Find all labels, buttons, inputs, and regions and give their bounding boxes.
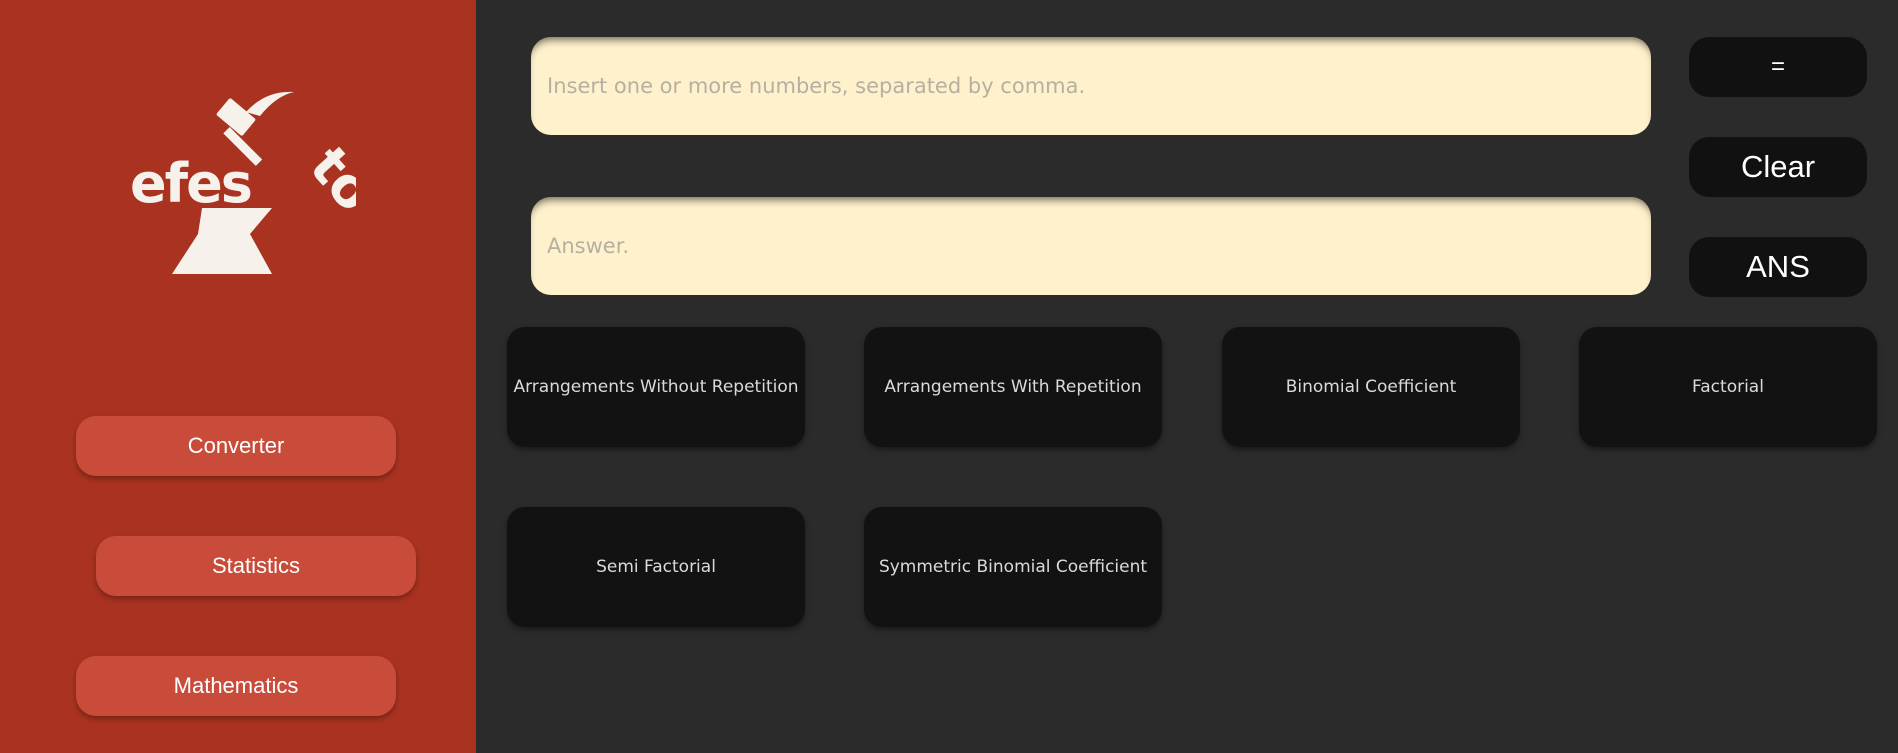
svg-text:to: to bbox=[298, 135, 356, 224]
function-arrangements-without-repetition[interactable]: Arrangements Without Repetition bbox=[507, 327, 805, 447]
clear-button[interactable]: Clear bbox=[1689, 137, 1867, 197]
function-arrangements-with-repetition[interactable]: Arrangements With Repetition bbox=[864, 327, 1162, 447]
efesto-logo: efes to bbox=[126, 84, 387, 284]
app-window: efes to Converter Statistics Mathematics… bbox=[0, 0, 1898, 753]
nav-converter-button[interactable]: Converter bbox=[76, 416, 396, 476]
function-factorial[interactable]: Factorial bbox=[1579, 327, 1877, 447]
function-binomial-coefficient[interactable]: Binomial Coefficient bbox=[1222, 327, 1520, 447]
nav-mathematics-button[interactable]: Mathematics bbox=[76, 656, 396, 716]
equals-button[interactable]: = bbox=[1689, 37, 1867, 97]
function-symmetric-binomial-coefficient[interactable]: Symmetric Binomial Coefficient bbox=[864, 507, 1162, 627]
ans-button[interactable]: ANS bbox=[1689, 237, 1867, 297]
svg-text:efes: efes bbox=[130, 152, 251, 215]
answer-field[interactable] bbox=[531, 197, 1651, 295]
efesto-logo-graphic: efes to bbox=[130, 91, 387, 274]
numbers-input[interactable] bbox=[531, 37, 1651, 135]
nav-statistics-button[interactable]: Statistics bbox=[96, 536, 416, 596]
anvil-icon bbox=[172, 208, 272, 274]
sidebar: efes to Converter Statistics Mathematics bbox=[0, 0, 476, 753]
function-semi-factorial[interactable]: Semi Factorial bbox=[507, 507, 805, 627]
